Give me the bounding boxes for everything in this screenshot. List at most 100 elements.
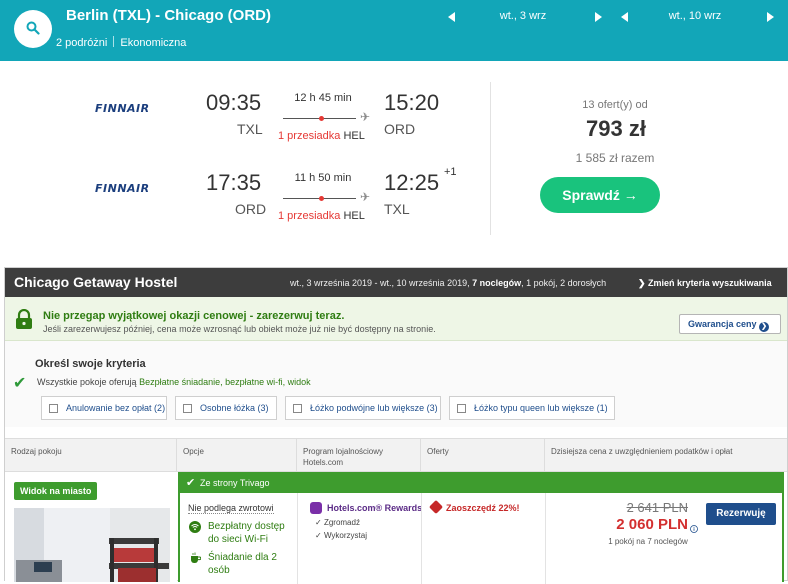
search-details[interactable]: 2 podróżni Ekonomiczna <box>56 36 186 49</box>
city-view-badge: Widok na miasto <box>14 482 98 500</box>
rooms-table-header: Rodzaj pokoju Opcje Program lojalnościow… <box>5 438 787 473</box>
checkbox[interactable] <box>293 404 302 413</box>
column-loyalty: Program lojalnościowy Hotels.com <box>297 439 421 473</box>
room-photo[interactable] <box>14 508 170 582</box>
filter-label: Osobne łóżka (3) <box>200 403 269 413</box>
hotels-com-rewards-icon <box>310 502 322 514</box>
flight-price: 793 zł <box>586 116 646 141</box>
plane-icon: ✈ <box>360 190 371 204</box>
prev-return-date-arrow-icon[interactable] <box>621 12 628 22</box>
inbound-arrival-airport: TXL <box>384 201 410 217</box>
reserve-button[interactable]: Rezerwuję <box>706 503 776 525</box>
stay-guests: , 1 pokój, 2 dorosłych <box>521 278 607 288</box>
divider <box>421 493 422 584</box>
checkbox[interactable] <box>457 404 466 413</box>
outbound-duration: 12 h 45 min <box>294 92 352 104</box>
change-criteria-link[interactable]: ❯ Zmień kryteria wyszukiwania <box>638 278 772 289</box>
filter-label: Łóżko typu queen lub większe (1) <box>474 403 608 413</box>
outbound-arrival-airport: ORD <box>384 121 416 137</box>
price-tag-icon <box>428 499 444 515</box>
column-options: Opcje <box>177 439 297 473</box>
hotel-name[interactable]: Chicago Getaway Hostel <box>14 274 177 290</box>
alert-subtitle: Jeśli zarezerwujesz później, cena może w… <box>43 324 436 334</box>
return-date[interactable]: wt., 10 wrz <box>655 10 735 22</box>
price-note: 1 pokój na 7 noclegów <box>608 537 688 546</box>
travellers-count: 2 podróżni <box>56 37 108 49</box>
price-guarantee-button[interactable]: Gwarancja ceny ❯ <box>679 314 781 334</box>
stop-dot <box>319 196 324 201</box>
original-price: 2 641 PLN <box>626 500 688 515</box>
search-button[interactable] <box>14 10 52 48</box>
flight-result-card[interactable]: FINNAIR 09:35 TXL 12 h 45 min ✈ 1 przesi… <box>0 64 788 240</box>
checkbox[interactable] <box>183 404 192 413</box>
next-day-indicator: +1 <box>444 166 457 178</box>
change-criteria-label: Zmień kryteria wyszukiwania <box>648 278 772 288</box>
inbound-arrival-time: 12:25 <box>384 170 440 195</box>
checkbox[interactable] <box>49 404 58 413</box>
card-divider <box>490 82 491 235</box>
filter-twin-beds[interactable]: Osobne łóżka (3) <box>175 396 277 420</box>
room-offer-row: ✔ Ze strony Trivago Nie podlega zwrotowi … <box>178 472 784 584</box>
depart-date[interactable]: wt., 3 wrz <box>483 10 563 22</box>
info-icon[interactable] <box>690 520 698 538</box>
inbound-departure-airport: ORD <box>235 201 267 217</box>
divider <box>297 493 298 584</box>
alert-title: Nie przegap wyjątkowej okazji cenowej - … <box>43 310 345 322</box>
stop-hub: HEL <box>343 130 365 142</box>
criteria-filter-panel: Określ swoje kryteria ✔ Wszystkie pokoje… <box>5 341 787 427</box>
stop-hub: HEL <box>343 210 365 222</box>
chevron-right-icon: ❯ <box>638 278 649 288</box>
loyalty-use-label: Wykorzystaj <box>323 531 367 540</box>
room-image-cell: Widok na miasto <box>5 472 177 582</box>
offers-count: 13 ofert(y) od <box>582 99 648 111</box>
column-price: Dzisiejsza cena z uwzględnieniem podatkó… <box>551 447 733 456</box>
deal-label: Zaoszczędź 22%! <box>446 503 520 513</box>
loyalty-collect-label: Zgromadź <box>323 518 360 527</box>
airline-logo-outbound: FINNAIR <box>95 102 150 115</box>
checkmark-icon: ✔ <box>13 375 27 392</box>
price-guarantee-label: Gwarancja ceny <box>688 319 757 329</box>
stay-dates: wt., 3 września 2019 - wt., 10 września … <box>290 278 470 288</box>
price-alert-banner: Nie przegap wyjątkowej okazji cenowej - … <box>5 297 787 341</box>
free-wifi-option: Bezpłatny dostęp do sieci Wi-Fi <box>208 521 285 545</box>
hotel-header: Chicago Getaway Hostel wt., 3 września 2… <box>5 268 787 297</box>
checkmark-icon: ✔ <box>186 477 196 489</box>
filter-queen-bed[interactable]: Łóżko typu queen lub większe (1) <box>449 396 615 420</box>
coffee-cup-icon <box>189 552 202 567</box>
prev-depart-date-arrow-icon[interactable] <box>448 12 455 22</box>
source-banner: ✔ Ze strony Trivago <box>180 474 782 493</box>
hotel-offer-widget: Chicago Getaway Hostel wt., 3 września 2… <box>4 267 788 584</box>
search-icon <box>26 21 40 35</box>
criteria-amenities: Bezpłatne śniadanie, bezpłatne wi-fi, wi… <box>139 377 311 387</box>
divider <box>113 36 115 47</box>
cabin-class: Ekonomiczna <box>120 37 187 49</box>
outbound-stops: 1 przesiadka HEL <box>278 130 365 142</box>
outbound-arrival-time: 15:20 <box>384 90 440 115</box>
flight-total-price: 1 585 zł razem <box>575 151 655 165</box>
search-summary-bar: Berlin (TXL) - Chicago (ORD) 2 podróżni E… <box>0 0 788 61</box>
filter-double-bed[interactable]: Łóżko podwójne lub większe (3) <box>285 396 441 420</box>
filter-label: Anulowanie bez opłat (2) <box>66 403 166 413</box>
source-label: Ze strony Trivago <box>200 478 270 488</box>
stops-count: 1 przesiadka <box>278 130 341 142</box>
non-refundable-label[interactable]: Nie podlega zwrotowi <box>188 503 274 514</box>
criteria-description: Wszystkie pokoje oferują Bezpłatne śniad… <box>37 377 311 387</box>
loyalty-collect: ✓ Zgromadź <box>315 518 360 527</box>
outbound-departure-airport: TXL <box>237 121 263 137</box>
inbound-duration: 11 h 50 min <box>294 172 352 184</box>
stops-count: 1 przesiadka <box>278 210 341 222</box>
chevron-right-circle-icon: ❯ <box>759 322 770 332</box>
room-photo-illustration <box>14 508 170 582</box>
check-deal-button[interactable]: Sprawdź → <box>540 177 660 213</box>
criteria-prefix: Wszystkie pokoje oferują <box>37 377 137 387</box>
filter-free-cancellation[interactable]: Anulowanie bez opłat (2) <box>41 396 167 420</box>
stay-nights: 7 noclegów <box>472 278 522 288</box>
discounted-price: 2 060 PLN <box>616 516 688 533</box>
airline-logo-inbound: FINNAIR <box>95 182 150 195</box>
lock-icon <box>16 309 32 329</box>
route-title[interactable]: Berlin (TXL) - Chicago (ORD) <box>66 7 271 24</box>
stay-details: wt., 3 września 2019 - wt., 10 września … <box>290 278 606 288</box>
outbound-departure-time: 09:35 <box>206 90 262 115</box>
next-depart-date-arrow-icon[interactable] <box>595 12 602 22</box>
next-return-date-arrow-icon[interactable] <box>767 12 774 22</box>
